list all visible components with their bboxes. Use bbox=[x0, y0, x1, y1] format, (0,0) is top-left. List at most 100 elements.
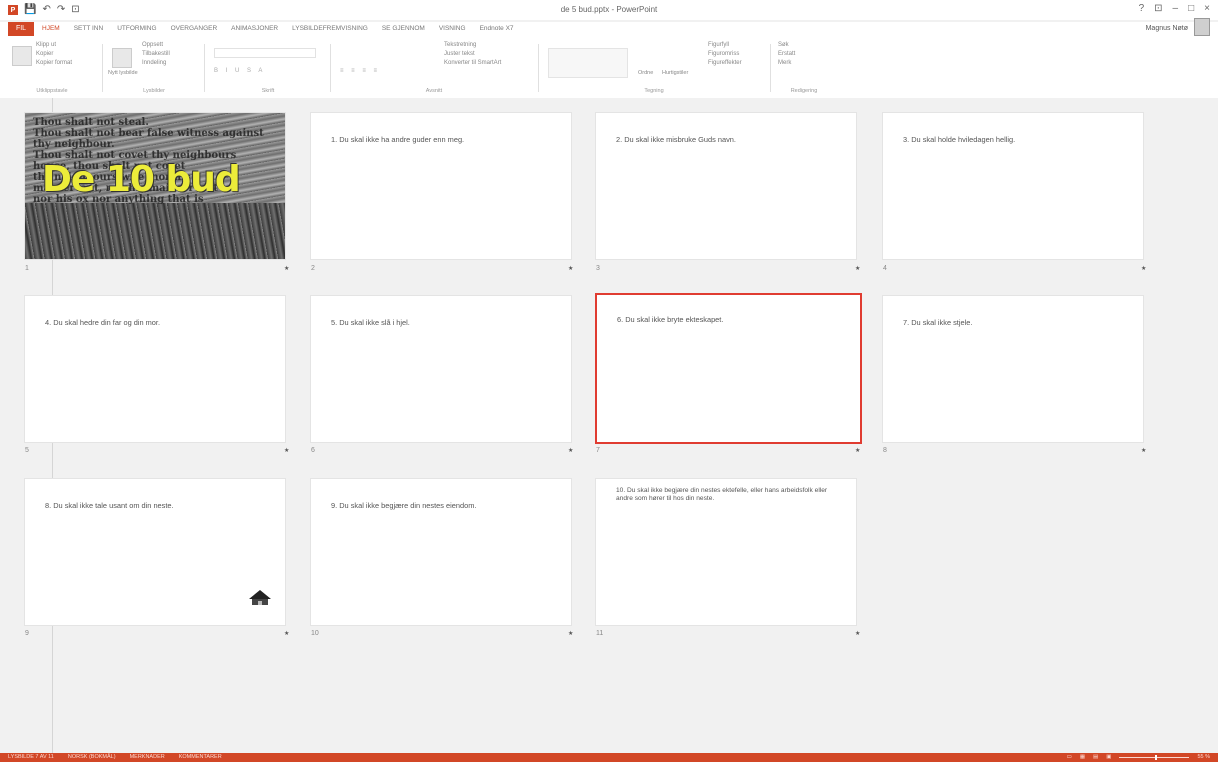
font-format-buttons[interactable]: B I U S A bbox=[214, 68, 265, 74]
ribbon: Klipp ut Kopier Kopier format Utklippsta… bbox=[0, 38, 1218, 99]
tab-insert[interactable]: SETT INN bbox=[74, 25, 104, 32]
cut-button[interactable]: Klipp ut bbox=[36, 42, 98, 48]
font-name-box[interactable] bbox=[214, 48, 316, 58]
slide-number: 8 bbox=[883, 447, 887, 454]
transition-star-icon: ★ bbox=[1141, 266, 1147, 272]
ribbon-tabs: FIL HJEM SETT INN UTFORMING OVERGANGER A… bbox=[0, 22, 1218, 38]
language-indicator[interactable]: NORSK (BOKMÅL) bbox=[68, 754, 116, 760]
layout-button[interactable]: Oppsett bbox=[142, 42, 202, 48]
group-drawing: Ordne Hurtigstiler Figurfyll Figuromriss… bbox=[542, 42, 766, 94]
divider bbox=[204, 44, 205, 92]
tab-transitions[interactable]: OVERGANGER bbox=[171, 25, 218, 32]
slide-number: 9 bbox=[25, 630, 29, 637]
divider bbox=[770, 44, 771, 92]
slide-thumbnail-10[interactable]: 9. Du skal ikke begjære din nestes eiend… bbox=[310, 478, 572, 626]
group-label: Lysbilder bbox=[143, 88, 165, 94]
find-button[interactable]: Søk bbox=[778, 42, 834, 48]
slide-thumbnail-3[interactable]: 2. Du skal ikke misbruke Guds navn. bbox=[595, 112, 857, 260]
transition-star-icon: ★ bbox=[568, 631, 574, 637]
slide-thumbnail-8[interactable]: 7. Du skal ikke stjele. bbox=[882, 295, 1144, 443]
slide-text: 2. Du skal ikke misbruke Guds navn. bbox=[616, 135, 736, 144]
slide-thumbnail-6[interactable]: 5. Du skal ikke slå i hjel. bbox=[310, 295, 572, 443]
group-clipboard: Klipp ut Kopier Kopier format Utklippsta… bbox=[6, 42, 98, 94]
group-label: Redigering bbox=[790, 88, 818, 94]
slide-text: 3. Du skal holde hviledagen hellig. bbox=[903, 135, 1016, 144]
slide-thumbnail-11[interactable]: 10. Du skal ikke begjære din nestes ekte… bbox=[595, 478, 857, 626]
notes-button[interactable]: MERKNADER bbox=[130, 754, 165, 760]
slide-number: 7 bbox=[596, 447, 600, 454]
transition-star-icon: ★ bbox=[284, 631, 290, 637]
group-label: Utklippstavle bbox=[36, 88, 68, 94]
quick-styles-button[interactable]: Hurtigstiler bbox=[662, 70, 688, 76]
slide-number: 2 bbox=[311, 265, 315, 272]
text-direction-button[interactable]: Tekstretning bbox=[444, 42, 534, 48]
tab-review[interactable]: SE GJENNOM bbox=[382, 25, 425, 32]
minimize-icon[interactable]: – bbox=[1173, 3, 1179, 14]
normal-view-icon[interactable]: ▭ bbox=[1067, 754, 1072, 760]
slide-text: 7. Du skal ikke stjele. bbox=[903, 318, 973, 327]
group-slides: Nytt lysbilde Oppsett Tilbakestill Innde… bbox=[106, 42, 202, 94]
slide-text: 10. Du skal ikke begjære din nestes ekte… bbox=[616, 487, 828, 502]
document-title: de 5 bud.pptx - PowerPoint bbox=[560, 5, 658, 14]
shape-outline-button[interactable]: Figuromriss bbox=[708, 51, 766, 57]
ribbon-display-icon[interactable]: ⊡ bbox=[1154, 3, 1162, 14]
transition-star-icon: ★ bbox=[568, 448, 574, 454]
slide-thumbnail-5[interactable]: 4. Du skal hedre din far og din mor. bbox=[24, 295, 286, 443]
group-paragraph: Tekstretning Juster tekst Konverter til … bbox=[334, 42, 534, 94]
paragraph-buttons[interactable]: ≡ ≡ ≡ ≡ bbox=[340, 68, 380, 74]
slide-number: 5 bbox=[25, 447, 29, 454]
paste-icon[interactable] bbox=[12, 46, 32, 66]
replace-button[interactable]: Erstatt bbox=[778, 51, 834, 57]
format-painter-button[interactable]: Kopier format bbox=[36, 60, 98, 66]
avatar[interactable] bbox=[1194, 18, 1210, 36]
title-slide-heading: De 10 bud bbox=[42, 159, 241, 200]
tab-slideshow[interactable]: LYSBILDEFREMVISNING bbox=[292, 25, 368, 32]
help-icon[interactable]: ? bbox=[1139, 3, 1145, 14]
transition-star-icon: ★ bbox=[284, 266, 290, 272]
slide-thumbnail-9[interactable]: 8. Du skal ikke tale usant om din neste. bbox=[24, 478, 286, 626]
shape-effects-button[interactable]: Figureffekter bbox=[708, 60, 766, 66]
transition-star-icon: ★ bbox=[1141, 448, 1147, 454]
slide-text: 8. Du skal ikke tale usant om din neste. bbox=[45, 501, 174, 510]
smartart-button[interactable]: Konverter til SmartArt bbox=[444, 60, 534, 66]
slide-thumbnail-2[interactable]: 1. Du skal ikke ha andre guder enn meg. bbox=[310, 112, 572, 260]
house-icon bbox=[249, 590, 271, 605]
shapes-gallery[interactable] bbox=[548, 48, 628, 78]
group-label: Avsnitt bbox=[425, 88, 443, 94]
slide-thumbnail-1[interactable]: Thou shalt not steal. Thou shalt not bea… bbox=[24, 112, 286, 260]
tab-endnote[interactable]: Endnote X7 bbox=[480, 25, 514, 32]
slide-text: 1. Du skal ikke ha andre guder enn meg. bbox=[331, 135, 465, 144]
new-slide-icon[interactable] bbox=[112, 48, 132, 68]
slide-text: 4. Du skal hedre din far og din mor. bbox=[45, 318, 161, 327]
close-icon[interactable]: × bbox=[1204, 3, 1210, 14]
slide-thumbnail-4[interactable]: 3. Du skal holde hviledagen hellig. bbox=[882, 112, 1144, 260]
align-text-button[interactable]: Juster tekst bbox=[444, 51, 534, 57]
slide-number: 6 bbox=[311, 447, 315, 454]
reset-button[interactable]: Tilbakestill bbox=[142, 51, 202, 57]
slide-number: 4 bbox=[883, 265, 887, 272]
copy-button[interactable]: Kopier bbox=[36, 51, 98, 57]
tab-design[interactable]: UTFORMING bbox=[117, 25, 156, 32]
user-name[interactable]: Magnus Nøtø bbox=[1146, 25, 1188, 32]
zoom-level[interactable]: 55 % bbox=[1197, 754, 1210, 760]
group-label: Skrift bbox=[261, 88, 275, 94]
tab-file[interactable]: FIL bbox=[8, 22, 34, 36]
shape-fill-button[interactable]: Figurfyll bbox=[708, 42, 766, 48]
tab-view[interactable]: VISNING bbox=[439, 25, 466, 32]
slide-sorter-view-icon[interactable]: ▦ bbox=[1080, 754, 1085, 760]
maximize-icon[interactable]: □ bbox=[1188, 3, 1194, 14]
slide-text: 9. Du skal ikke begjære din nestes eiend… bbox=[331, 501, 477, 510]
tab-home[interactable]: HJEM bbox=[42, 25, 60, 32]
new-slide-button[interactable]: Nytt lysbilde bbox=[108, 70, 138, 76]
slideshow-view-icon[interactable]: ▣ bbox=[1106, 754, 1111, 760]
select-button[interactable]: Merk bbox=[778, 60, 834, 66]
comments-button[interactable]: KOMMENTARER bbox=[179, 754, 222, 760]
section-button[interactable]: Inndeling bbox=[142, 60, 202, 66]
slide-thumbnail-7-selected[interactable]: 6. Du skal ikke bryte ekteskapet. bbox=[595, 293, 862, 444]
zoom-slider[interactable] bbox=[1119, 754, 1190, 760]
tab-animations[interactable]: ANIMASJONER bbox=[231, 25, 278, 32]
slide-indicator: LYSBILDE 7 AV 11 bbox=[8, 754, 54, 760]
arrange-button[interactable]: Ordne bbox=[638, 70, 653, 76]
reading-view-icon[interactable]: ▤ bbox=[1093, 754, 1098, 760]
transition-star-icon: ★ bbox=[855, 631, 861, 637]
